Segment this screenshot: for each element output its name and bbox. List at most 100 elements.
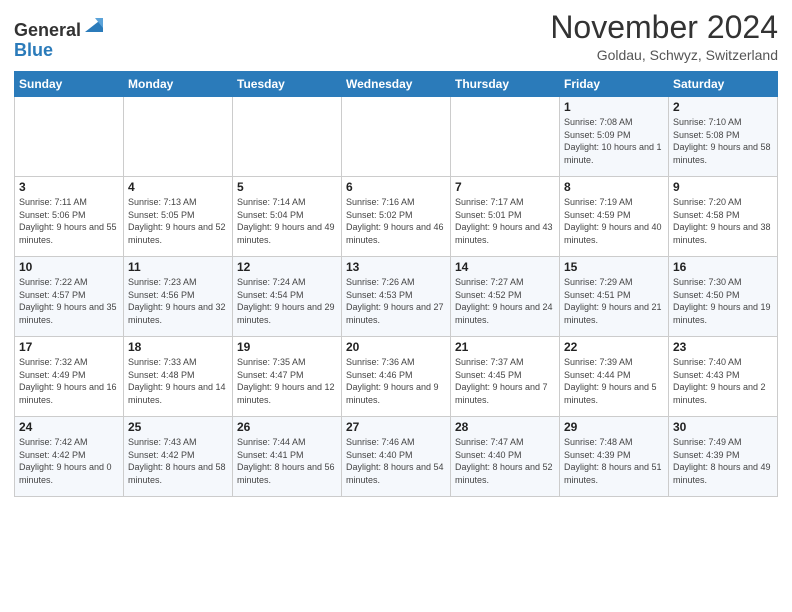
calendar-cell: 12Sunrise: 7:24 AM Sunset: 4:54 PM Dayli… bbox=[233, 257, 342, 337]
col-monday: Monday bbox=[124, 72, 233, 97]
day-info: Sunrise: 7:40 AM Sunset: 4:43 PM Dayligh… bbox=[673, 356, 773, 406]
calendar-cell: 20 Sunrise: 7:36 AM Sunset: 4:46 PM Dayli… bbox=[342, 337, 451, 417]
day-number: 13 bbox=[346, 260, 446, 274]
day-number: 4 bbox=[128, 180, 228, 194]
calendar-cell: 5 Sunrise: 7:14 AM Sunset: 5:04 PM Daylig… bbox=[233, 177, 342, 257]
calendar-cell: 19Sunrise: 7:35 AM Sunset: 4:47 PM Dayli… bbox=[233, 337, 342, 417]
day-number: 22 bbox=[564, 340, 664, 354]
day-number: 30 bbox=[673, 420, 773, 434]
day-info: Sunrise: 7:46 AM Sunset: 4:40 PM Dayligh… bbox=[346, 436, 446, 486]
day-info: Sunrise: 7:36 AM Sunset: 4:46 PM Dayligh… bbox=[346, 356, 446, 406]
calendar-cell: 10 Sunrise: 7:22 AM Sunset: 4:57 PM Dayli… bbox=[15, 257, 124, 337]
calendar-cell: 15 Sunrise: 7:29 AM Sunset: 4:51 PM Dayli… bbox=[560, 257, 669, 337]
month-title: November 2024 bbox=[550, 10, 778, 45]
calendar-cell bbox=[233, 97, 342, 177]
col-tuesday: Tuesday bbox=[233, 72, 342, 97]
calendar-cell: 7 Sunrise: 7:17 AM Sunset: 5:01 PM Daylig… bbox=[451, 177, 560, 257]
day-number: 26 bbox=[237, 420, 337, 434]
calendar-cell bbox=[342, 97, 451, 177]
day-info: Sunrise: 7:49 AM Sunset: 4:39 PM Dayligh… bbox=[673, 436, 773, 486]
day-info: Sunrise: 7:29 AM Sunset: 4:51 PM Dayligh… bbox=[564, 276, 664, 326]
day-info: Sunrise: 7:17 AM Sunset: 5:01 PM Dayligh… bbox=[455, 196, 555, 246]
calendar-cell: 23 Sunrise: 7:40 AM Sunset: 4:43 PM Dayli… bbox=[669, 337, 778, 417]
calendar-week-2: 3Sunrise: 7:11 AM Sunset: 5:06 PM Daylig… bbox=[15, 177, 778, 257]
calendar-week-1: 1 Sunrise: 7:08 AM Sunset: 5:09 PM Daylig… bbox=[15, 97, 778, 177]
day-info: Sunrise: 7:27 AM Sunset: 4:52 PM Dayligh… bbox=[455, 276, 555, 326]
calendar-cell: 16Sunrise: 7:30 AM Sunset: 4:50 PM Dayli… bbox=[669, 257, 778, 337]
day-number: 24 bbox=[19, 420, 119, 434]
day-info: Sunrise: 7:14 AM Sunset: 5:04 PM Dayligh… bbox=[237, 196, 337, 246]
calendar-cell: 22Sunrise: 7:39 AM Sunset: 4:44 PM Dayli… bbox=[560, 337, 669, 417]
calendar-week-3: 10 Sunrise: 7:22 AM Sunset: 4:57 PM Dayli… bbox=[15, 257, 778, 337]
day-number: 3 bbox=[19, 180, 119, 194]
calendar-cell: 17Sunrise: 7:32 AM Sunset: 4:49 PM Dayli… bbox=[15, 337, 124, 417]
day-number: 6 bbox=[346, 180, 446, 194]
col-thursday: Thursday bbox=[451, 72, 560, 97]
calendar-cell: 2Sunrise: 7:10 AM Sunset: 5:08 PM Daylig… bbox=[669, 97, 778, 177]
day-info: Sunrise: 7:48 AM Sunset: 4:39 PM Dayligh… bbox=[564, 436, 664, 486]
day-number: 15 bbox=[564, 260, 664, 274]
day-number: 1 bbox=[564, 100, 664, 114]
day-info: Sunrise: 7:19 AM Sunset: 4:59 PM Dayligh… bbox=[564, 196, 664, 246]
day-info: Sunrise: 7:24 AM Sunset: 4:54 PM Dayligh… bbox=[237, 276, 337, 326]
calendar-cell: 14 Sunrise: 7:27 AM Sunset: 4:52 PM Dayli… bbox=[451, 257, 560, 337]
day-info: Sunrise: 7:10 AM Sunset: 5:08 PM Dayligh… bbox=[673, 116, 773, 166]
day-info: Sunrise: 7:37 AM Sunset: 4:45 PM Dayligh… bbox=[455, 356, 555, 406]
day-number: 7 bbox=[455, 180, 555, 194]
calendar-week-5: 24 Sunrise: 7:42 AM Sunset: 4:42 PM Dayli… bbox=[15, 417, 778, 497]
calendar-cell: 26Sunrise: 7:44 AM Sunset: 4:41 PM Dayli… bbox=[233, 417, 342, 497]
calendar-table: Sunday Monday Tuesday Wednesday Thursday… bbox=[14, 71, 778, 497]
day-info: Sunrise: 7:08 AM Sunset: 5:09 PM Dayligh… bbox=[564, 116, 664, 166]
calendar-cell: 27 Sunrise: 7:46 AM Sunset: 4:40 PM Dayli… bbox=[342, 417, 451, 497]
calendar-cell: 9 Sunrise: 7:20 AM Sunset: 4:58 PM Daylig… bbox=[669, 177, 778, 257]
day-number: 10 bbox=[19, 260, 119, 274]
calendar-cell bbox=[124, 97, 233, 177]
day-info: Sunrise: 7:33 AM Sunset: 4:48 PM Dayligh… bbox=[128, 356, 228, 406]
logo: General Blue bbox=[14, 14, 105, 61]
day-number: 25 bbox=[128, 420, 228, 434]
logo-icon bbox=[83, 14, 105, 36]
calendar-cell: 24 Sunrise: 7:42 AM Sunset: 4:42 PM Dayli… bbox=[15, 417, 124, 497]
day-info: Sunrise: 7:42 AM Sunset: 4:42 PM Dayligh… bbox=[19, 436, 119, 486]
calendar-cell: 13Sunrise: 7:26 AM Sunset: 4:53 PM Dayli… bbox=[342, 257, 451, 337]
calendar-cell: 25Sunrise: 7:43 AM Sunset: 4:42 PM Dayli… bbox=[124, 417, 233, 497]
calendar-cell: 4 Sunrise: 7:13 AM Sunset: 5:05 PM Daylig… bbox=[124, 177, 233, 257]
calendar-cell bbox=[451, 97, 560, 177]
day-info: Sunrise: 7:20 AM Sunset: 4:58 PM Dayligh… bbox=[673, 196, 773, 246]
day-number: 21 bbox=[455, 340, 555, 354]
col-saturday: Saturday bbox=[669, 72, 778, 97]
day-number: 19 bbox=[237, 340, 337, 354]
calendar-cell: 30 Sunrise: 7:49 AM Sunset: 4:39 PM Dayli… bbox=[669, 417, 778, 497]
day-number: 5 bbox=[237, 180, 337, 194]
calendar-week-4: 17Sunrise: 7:32 AM Sunset: 4:49 PM Dayli… bbox=[15, 337, 778, 417]
page-container: General Blue November 2024 Goldau, Schwy… bbox=[0, 0, 792, 507]
day-number: 8 bbox=[564, 180, 664, 194]
col-sunday: Sunday bbox=[15, 72, 124, 97]
calendar-cell: 28 Sunrise: 7:47 AM Sunset: 4:40 PM Dayli… bbox=[451, 417, 560, 497]
day-number: 20 bbox=[346, 340, 446, 354]
day-info: Sunrise: 7:13 AM Sunset: 5:05 PM Dayligh… bbox=[128, 196, 228, 246]
logo-blue: Blue bbox=[14, 40, 53, 60]
day-number: 14 bbox=[455, 260, 555, 274]
header-row: Sunday Monday Tuesday Wednesday Thursday… bbox=[15, 72, 778, 97]
day-info: Sunrise: 7:47 AM Sunset: 4:40 PM Dayligh… bbox=[455, 436, 555, 486]
header: General Blue November 2024 Goldau, Schwy… bbox=[14, 10, 778, 63]
calendar-cell: 6 Sunrise: 7:16 AM Sunset: 5:02 PM Daylig… bbox=[342, 177, 451, 257]
day-number: 29 bbox=[564, 420, 664, 434]
day-number: 9 bbox=[673, 180, 773, 194]
calendar-cell: 8 Sunrise: 7:19 AM Sunset: 4:59 PM Daylig… bbox=[560, 177, 669, 257]
day-number: 28 bbox=[455, 420, 555, 434]
col-friday: Friday bbox=[560, 72, 669, 97]
day-number: 23 bbox=[673, 340, 773, 354]
day-info: Sunrise: 7:23 AM Sunset: 4:56 PM Dayligh… bbox=[128, 276, 228, 326]
calendar-cell: 29 Sunrise: 7:48 AM Sunset: 4:39 PM Dayli… bbox=[560, 417, 669, 497]
calendar-cell: 21 Sunrise: 7:37 AM Sunset: 4:45 PM Dayli… bbox=[451, 337, 560, 417]
day-number: 27 bbox=[346, 420, 446, 434]
calendar-cell: 3Sunrise: 7:11 AM Sunset: 5:06 PM Daylig… bbox=[15, 177, 124, 257]
calendar-cell bbox=[15, 97, 124, 177]
col-wednesday: Wednesday bbox=[342, 72, 451, 97]
day-info: Sunrise: 7:22 AM Sunset: 4:57 PM Dayligh… bbox=[19, 276, 119, 326]
day-number: 17 bbox=[19, 340, 119, 354]
day-info: Sunrise: 7:16 AM Sunset: 5:02 PM Dayligh… bbox=[346, 196, 446, 246]
day-info: Sunrise: 7:30 AM Sunset: 4:50 PM Dayligh… bbox=[673, 276, 773, 326]
